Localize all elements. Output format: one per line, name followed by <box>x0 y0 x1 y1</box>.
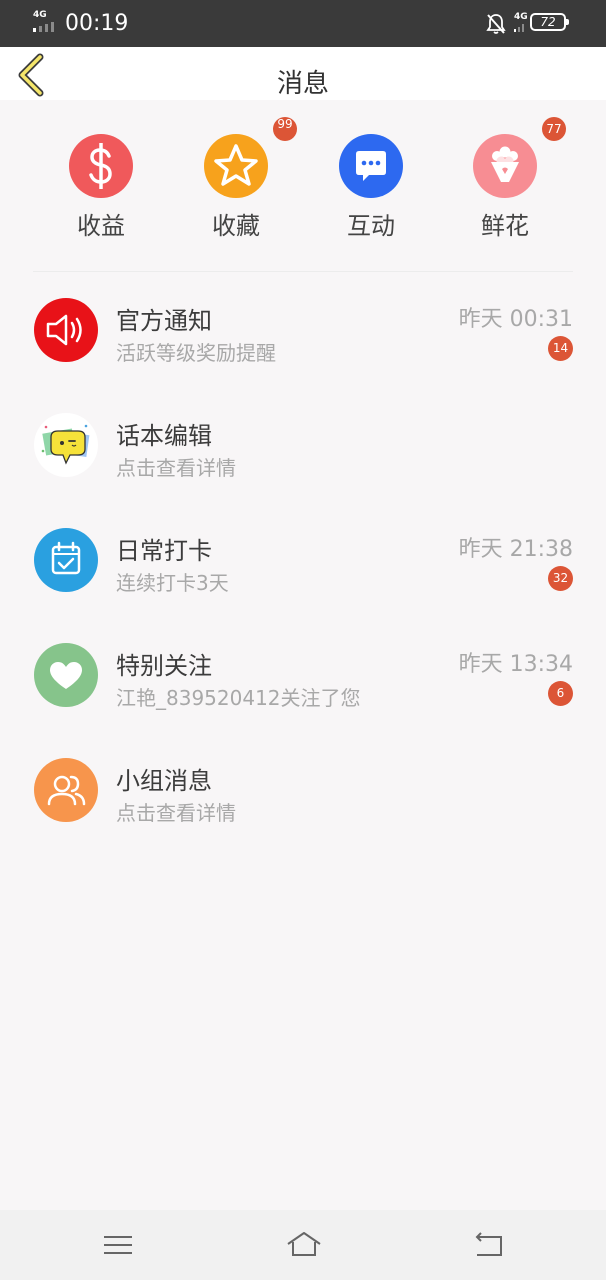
quick-action-label: 鲜花 <box>481 212 529 240</box>
editor-avatar-icon <box>41 424 90 465</box>
bell-muted-icon <box>486 14 506 34</box>
network-type-2: 4G <box>514 12 528 22</box>
menu-button[interactable] <box>100 1228 136 1262</box>
quick-action-earnings[interactable]: 收益 <box>51 134 151 244</box>
quick-icon-bg: 77 <box>473 117 566 198</box>
message-title: 小组消息 <box>116 767 212 795</box>
message-title: 特别关注 <box>116 652 212 680</box>
avatar <box>34 643 98 707</box>
group-icon <box>47 775 86 806</box>
unread-badge: 32 <box>548 566 573 591</box>
unread-badge: 6 <box>548 681 573 706</box>
message-subtitle: 活跃等级奖励提醒 <box>116 341 276 365</box>
message-item-daily-checkin[interactable]: 日常打卡 连续打卡3天 昨天 21:38 32 <box>0 502 606 617</box>
message-item-special-follow[interactable]: 特别关注 江艳_839520412关注了您 昨天 13:34 6 <box>0 617 606 732</box>
calendar-check-icon <box>51 541 81 575</box>
quick-action-label: 收藏 <box>212 212 260 240</box>
heart-icon <box>50 662 82 689</box>
quick-action-interaction[interactable]: 互动 <box>321 134 421 244</box>
speaker-icon <box>46 314 82 346</box>
bouquet-icon <box>491 146 519 182</box>
message-time: 昨天 21:38 <box>458 537 573 562</box>
home-icon <box>287 1232 321 1256</box>
message-time: 昨天 00:31 <box>458 307 573 332</box>
status-time: 00:19 <box>65 11 129 36</box>
quick-action-flowers[interactable]: 77 鲜花 <box>455 117 566 244</box>
message-title: 官方通知 <box>116 307 212 335</box>
message-title: 日常打卡 <box>116 537 212 565</box>
quick-icon-bg: 99 <box>204 117 297 198</box>
message-subtitle: 点击查看详情 <box>116 456 236 480</box>
quick-icon-bg <box>69 134 133 198</box>
badge: 77 <box>542 117 566 141</box>
message-subtitle: 点击查看详情 <box>116 801 236 825</box>
header: 消息 <box>0 47 606 100</box>
message-subtitle: 江艳_839520412关注了您 <box>116 686 361 710</box>
quick-action-favorites[interactable]: 99 收藏 <box>186 117 297 244</box>
message-subtitle: 连续打卡3天 <box>116 571 229 595</box>
home-button[interactable] <box>284 1228 321 1262</box>
network-type: 4G <box>33 10 47 20</box>
avatar <box>34 298 98 362</box>
message-item-official-notice[interactable]: 官方通知 活跃等级奖励提醒 昨天 00:31 14 <box>0 272 606 387</box>
message-time: 昨天 13:34 <box>458 652 573 677</box>
message-item-editor[interactable]: 话本编辑 点击查看详情 <box>0 387 606 502</box>
quick-action-label: 互动 <box>347 212 395 240</box>
system-nav-bar <box>0 1210 606 1280</box>
star-icon <box>214 144 258 186</box>
chat-bubble-icon <box>356 151 386 181</box>
quick-icon-bg <box>339 134 403 198</box>
back-icon <box>475 1232 502 1256</box>
quick-actions: 收益 99 收藏 互动 77 鲜花 <box>0 100 606 270</box>
message-title: 话本编辑 <box>116 422 212 450</box>
signal-icon <box>33 22 57 32</box>
avatar <box>34 413 98 477</box>
dollar-icon <box>89 143 112 189</box>
badge: 99 <box>273 117 297 141</box>
avatar <box>34 528 98 592</box>
back-nav-button[interactable] <box>470 1228 506 1262</box>
unread-badge: 14 <box>548 336 573 361</box>
battery-icon: 72 <box>530 13 569 31</box>
status-bar: 4G 00:19 4G 72 <box>0 0 606 47</box>
menu-icon <box>104 1236 132 1254</box>
message-item-group[interactable]: 小组消息 点击查看详情 <box>0 732 606 847</box>
avatar <box>34 758 98 822</box>
signal-icon-2 <box>514 24 526 32</box>
quick-action-label: 收益 <box>77 212 125 240</box>
page-title: 消息 <box>276 69 329 99</box>
